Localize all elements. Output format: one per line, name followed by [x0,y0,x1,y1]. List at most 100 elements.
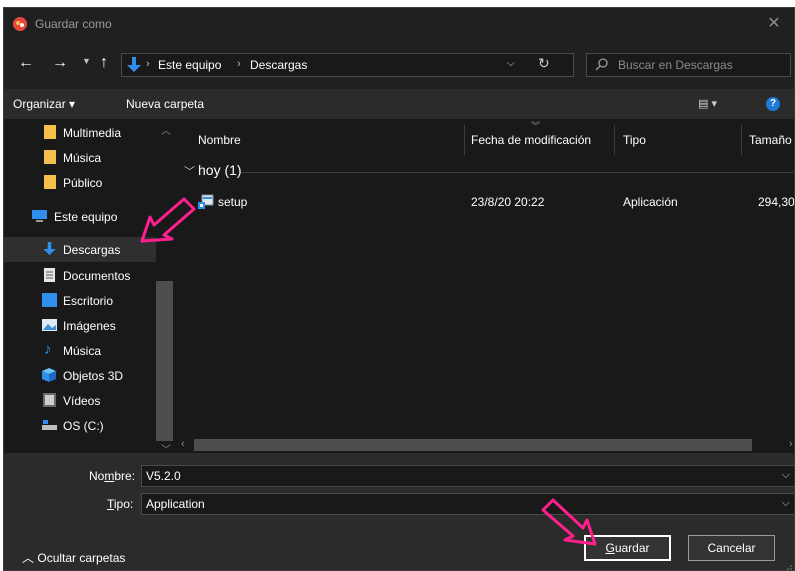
address-bar[interactable]: › Este equipo › Descargas ⌵ [121,53,574,77]
file-type-select[interactable]: Application ⌵ [141,493,794,515]
sidebar-item-label: Multimedia [63,126,122,140]
sidebar-item-documentos[interactable]: Documentos [4,263,156,288]
annotation-arrow-icon [541,498,597,546]
sidebar-item-label: Imágenes [63,319,116,333]
column-header-size[interactable]: Tamaño [749,133,792,147]
image-icon [42,319,57,331]
file-name: setup [218,195,248,209]
back-arrow-icon[interactable]: ← [18,55,34,71]
new-folder-button[interactable]: Nueva carpeta [126,97,204,111]
folder-icon [44,175,56,189]
desktop-icon [42,293,57,307]
hide-folders-button[interactable]: ︿ Ocultar carpetas [22,549,125,566]
search-icon [595,58,608,71]
app-icon [13,17,27,31]
sidebar-item-label: Escritorio [63,294,114,308]
file-type: Aplicación [623,195,678,209]
file-name-field[interactable]: V5.2.0 ⌵ [141,465,794,487]
navigation-pane: Multimedia Música Público Este equipo De… [4,119,176,453]
breadcrumb-separator-icon: › [237,58,241,70]
recent-locations-chevron-icon[interactable]: ▼ [82,56,91,66]
group-divider [241,172,794,173]
sidebar-item-label: Documentos [63,269,131,283]
address-dropdown-icon[interactable]: ⌵ [507,58,515,69]
file-name-value: V5.2.0 [146,469,181,483]
close-button[interactable]: ✕ [754,8,794,39]
sidebar-item-publico[interactable]: Público [4,170,156,195]
sidebar-item-imagenes[interactable]: Imágenes [4,313,156,338]
scroll-down-icon[interactable]: ﹀ [161,441,171,453]
breadcrumb-separator-icon: › [146,58,150,70]
change-view-icon[interactable]: ▤ ▾ [698,97,717,110]
sidebar-item-musica[interactable]: ♪ Música [4,338,156,363]
group-collapse-chevron-icon[interactable]: ﹀ [184,163,195,179]
sidebar-item-label: Vídeos [63,394,101,408]
column-header-name[interactable]: Nombre [198,133,241,147]
scrollbar-thumb[interactable] [156,281,173,441]
chevron-down-icon[interactable]: ⌵ [782,497,790,510]
refresh-icon[interactable]: ↻ [538,55,550,72]
sidebar-item-os-c[interactable]: OS (C:) [4,413,156,438]
sidebar-item-multimedia[interactable]: Multimedia [4,120,156,145]
video-icon [43,393,56,407]
file-size: 294,302 [758,195,795,209]
up-arrow-icon[interactable]: ↑ [100,55,108,71]
window-title: Guardar como [35,17,112,31]
sidebar-item-label: Música [63,344,102,358]
file-date: 23/8/20 20:22 [471,195,545,209]
folder-icon [44,150,56,164]
organize-button[interactable]: Organizar ▾ [13,97,75,111]
file-type-label: Tipo: [107,497,134,511]
title-bar: Guardar como ✕ [4,8,794,39]
command-bar: Organizar ▾ Nueva carpeta ▤ ▾ ? [4,89,794,119]
sidebar-item-este-equipo[interactable]: Este equipo [4,204,156,229]
search-box[interactable]: Buscar en Descargas [586,53,791,77]
scrollbar-thumb[interactable] [194,439,752,451]
folder-icon [44,125,56,139]
drive-icon [42,420,57,430]
scroll-left-icon[interactable]: ‹ [181,438,185,450]
sidebar-item-label: OS (C:) [63,419,104,433]
chevron-up-icon: ︿ [22,551,35,565]
download-icon [43,242,56,256]
file-list: ︾ Nombre Fecha de modificación Tipo Tama… [176,119,795,453]
table-row[interactable]: setup 23/8/20 20:22 Aplicación 294,302 [176,191,795,213]
breadcrumb-descargas[interactable]: Descargas [250,58,307,72]
sidebar-item-descargas[interactable]: Descargas [4,237,156,262]
chevron-down-icon[interactable]: ⌵ [782,469,790,482]
column-divider[interactable] [741,125,742,155]
column-divider[interactable] [464,125,465,155]
cancel-button[interactable]: Cancelar [688,535,775,561]
sidebar-item-musica-folder[interactable]: Música [4,145,156,170]
help-icon[interactable]: ? [766,97,780,111]
save-form: Nombre: V5.2.0 ⌵ Tipo: Application ⌵ ︿ O… [4,453,794,570]
column-header-type[interactable]: Tipo [623,133,646,147]
horizontal-scrollbar[interactable]: ‹ › [176,435,794,453]
application-icon [198,194,214,209]
group-title[interactable]: hoy (1) [198,162,242,178]
sidebar-scrollbar[interactable]: ︿ ﹀ [156,119,176,453]
column-divider[interactable] [614,125,615,155]
sidebar-item-escritorio[interactable]: Escritorio [4,288,156,313]
close-icon: ✕ [767,15,781,32]
save-as-dialog: Guardar como ✕ ← → ▼ ↑ › Este equipo › D… [3,7,795,571]
sidebar-item-label: Este equipo [54,210,118,224]
navigation-bar: ← → ▼ ↑ › Este equipo › Descargas ⌵ ↻ Bu… [4,39,794,89]
column-header-date[interactable]: Fecha de modificación [471,133,591,147]
sidebar-item-label: Descargas [63,243,121,257]
breadcrumb-este-equipo[interactable]: Este equipo [158,58,221,72]
cube-icon [42,368,56,382]
sidebar-item-label: Música [63,151,102,165]
download-location-icon [127,57,141,72]
scroll-up-icon[interactable]: ︿ [161,122,171,137]
forward-arrow-icon[interactable]: → [52,55,68,71]
hide-folders-label: Ocultar carpetas [37,551,126,565]
sidebar-item-videos[interactable]: Vídeos [4,388,156,413]
sidebar-item-label: Público [63,176,103,190]
resize-grip-icon[interactable] [784,562,792,570]
sidebar-item-label: Objetos 3D [63,369,124,383]
sidebar-item-objetos-3d[interactable]: Objetos 3D [4,363,156,388]
scroll-right-icon[interactable]: › [789,438,793,450]
music-icon: ♪ [44,341,52,358]
document-icon [44,268,55,282]
